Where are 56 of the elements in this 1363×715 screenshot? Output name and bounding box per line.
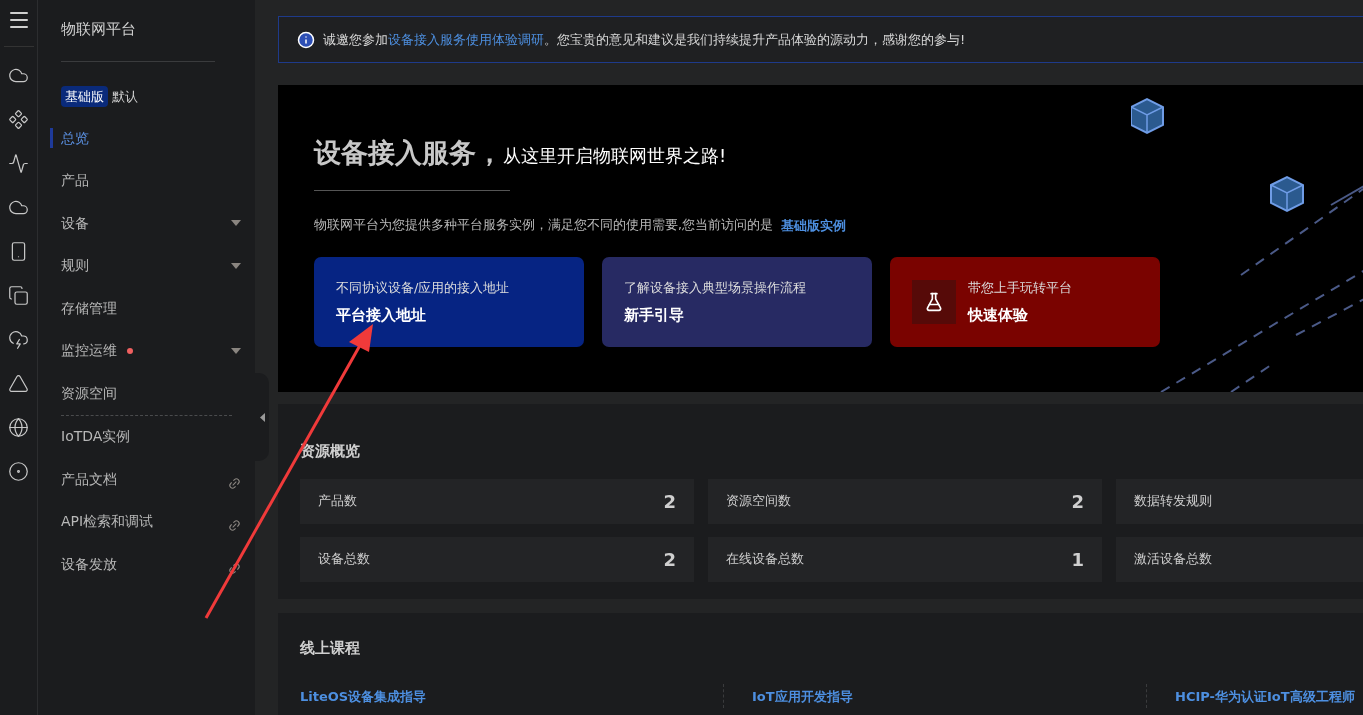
stat-label: 激活设备总数: [1134, 550, 1212, 569]
notice-text: 诚邀您参加设备接入服务使用体验调研。您宝贵的意见和建议是我们持续提升产品体验的源动力，感谢您的参与!: [323, 30, 966, 49]
dropdown-caret-icon[interactable]: [231, 347, 241, 354]
card-title: 新手引导: [624, 304, 685, 326]
banner-title: 设备接入服务，: [314, 136, 503, 170]
stat-label: 资源空间数: [726, 492, 791, 511]
sidebar-item[interactable]: 监控运维: [61, 340, 117, 362]
sidebar-item[interactable]: 总览: [61, 127, 89, 149]
circle-icon[interactable]: [8, 460, 29, 482]
info-icon: [297, 30, 315, 49]
stat-label: 在线设备总数: [726, 550, 804, 569]
card-caption: 不同协议设备/应用的接入地址: [336, 279, 510, 297]
collapse-arrow-icon: [259, 412, 265, 422]
instance-link[interactable]: 基础版实例: [781, 215, 846, 235]
wave-icon[interactable]: [8, 152, 29, 174]
dropdown-caret-icon[interactable]: [231, 262, 241, 269]
cloud-bolt-icon[interactable]: [8, 328, 29, 350]
banner-subtitle: 从这里开启物联网世界之路!: [503, 144, 727, 168]
card-title: 快速体验: [968, 304, 1029, 326]
stat-label: 数据转发规则: [1134, 492, 1212, 511]
stat-value: 2: [1071, 489, 1084, 514]
cards-icon[interactable]: [8, 284, 29, 306]
globe-icon[interactable]: [8, 416, 29, 438]
edition-badge: 基础版: [61, 85, 108, 107]
card-caption: 了解设备接入典型场景操作流程: [624, 279, 806, 297]
triangle-icon[interactable]: [8, 372, 29, 394]
stat-value: 2: [663, 547, 676, 572]
sidebar-item[interactable]: 产品文档: [61, 468, 117, 490]
course-link[interactable]: HCIP-华为认证IoT高级工程师: [1175, 688, 1355, 704]
sidebar-item[interactable]: 设备: [61, 212, 89, 234]
card-caption: 带您上手玩转平台: [968, 279, 1072, 297]
sidebar-item[interactable]: 设备发放: [61, 553, 117, 575]
survey-link[interactable]: 设备接入服务使用体验调研: [388, 31, 544, 47]
platform-title: 物联网平台: [61, 19, 137, 40]
sidebar-item[interactable]: 产品: [61, 170, 89, 192]
course-link[interactable]: LiteOS设备集成指导: [300, 688, 427, 704]
course-link[interactable]: IoT应用开发指导: [752, 688, 853, 704]
stat-value: 2: [663, 489, 676, 514]
sidebar-item[interactable]: API检索和调试: [61, 511, 154, 533]
sidebar-item[interactable]: IoTDA实例: [61, 426, 131, 448]
entry-card[interactable]: 带您上手玩转平台 快速体验: [890, 257, 1160, 347]
entry-card[interactable]: 不同协议设备/应用的接入地址 平台接入地址: [314, 257, 584, 347]
section-title: 线上课程: [300, 638, 361, 659]
dropdown-caret-icon[interactable]: [231, 220, 241, 227]
edition-name: 默认: [112, 87, 138, 106]
stat-label: 设备总数: [318, 550, 370, 569]
collapse-handle[interactable]: [255, 373, 269, 461]
stat-value: 1: [1071, 547, 1084, 572]
flask-icon: [912, 280, 956, 324]
card-title: 平台接入地址: [336, 304, 427, 326]
entry-card[interactable]: 了解设备接入典型场景操作流程 新手引导: [602, 257, 872, 347]
stat-label: 产品数: [318, 492, 357, 511]
sidebar-item[interactable]: 资源空间: [61, 382, 117, 404]
banner-description: 物联网平台为您提供多种平台服务实例，满足您不同的使用需要,您当前访问的是: [314, 215, 773, 234]
sidebar-item[interactable]: 规则: [61, 255, 89, 277]
sidebar-item[interactable]: 存储管理: [61, 297, 117, 319]
